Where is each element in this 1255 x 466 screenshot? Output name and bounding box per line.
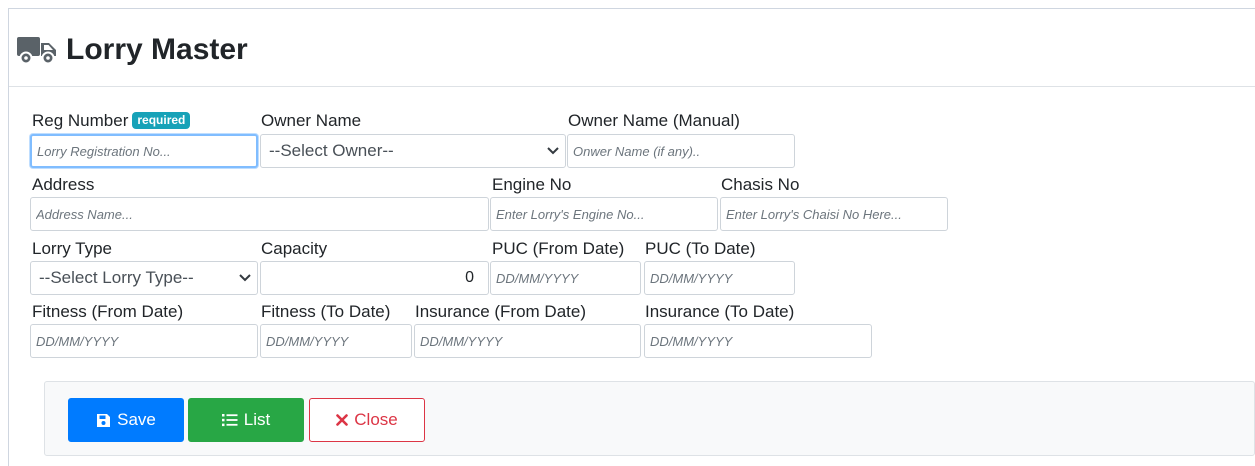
- save-button[interactable]: Save: [68, 398, 184, 442]
- chevron-down-icon: [547, 147, 559, 155]
- fitness-to-date-input[interactable]: [260, 324, 412, 358]
- list-button-label: List: [243, 410, 271, 429]
- puc-to-label: PUC (To Date): [645, 239, 756, 258]
- list-icon: [221, 413, 238, 427]
- owner-name-selected: --Select Owner--: [269, 141, 394, 160]
- reg-number-input[interactable]: [30, 134, 258, 168]
- page-top-border: [8, 8, 1255, 9]
- lorry-type-label: Lorry Type: [32, 239, 113, 258]
- owner-name-label: Owner Name: [261, 111, 362, 130]
- insurance-to-label: Insurance (To Date): [645, 302, 795, 321]
- address-input[interactable]: [30, 197, 489, 231]
- fitness-from-label: Fitness (From Date): [32, 302, 184, 321]
- lorry-type-selected: --Select Lorry Type--: [39, 268, 194, 287]
- floppy-disk-icon: [96, 413, 111, 428]
- capacity-input[interactable]: [260, 261, 489, 295]
- chevron-down-icon: [239, 274, 251, 282]
- page-left-border: [8, 8, 9, 466]
- truck-icon: [16, 34, 58, 66]
- engine-no-label: Engine No: [492, 175, 572, 194]
- reg-number-label: Reg Number required: [32, 111, 191, 131]
- lorry-type-select[interactable]: --Select Lorry Type--: [30, 261, 258, 295]
- fitness-from-date-input[interactable]: [30, 324, 258, 358]
- fitness-to-label: Fitness (To Date): [261, 302, 391, 321]
- x-icon: [336, 414, 349, 426]
- header-divider: [9, 86, 1255, 87]
- puc-from-date-input[interactable]: [490, 261, 641, 295]
- required-badge: required: [132, 112, 191, 129]
- insurance-from-date-input[interactable]: [414, 324, 641, 358]
- form-actions-panel: Save List Close: [44, 381, 1255, 456]
- puc-to-date-input[interactable]: [644, 261, 795, 295]
- save-button-label: Save: [117, 410, 156, 429]
- owner-name-manual-label: Owner Name (Manual): [568, 111, 740, 130]
- close-button[interactable]: Close: [309, 398, 425, 442]
- list-button[interactable]: List: [188, 398, 304, 442]
- insurance-from-label: Insurance (From Date): [415, 302, 586, 321]
- reg-number-label-text: Reg Number: [32, 111, 129, 130]
- insurance-to-date-input[interactable]: [644, 324, 872, 358]
- engine-no-input[interactable]: [490, 197, 718, 231]
- owner-name-manual-input[interactable]: [567, 134, 795, 168]
- chasis-no-input[interactable]: [720, 197, 948, 231]
- owner-name-select[interactable]: --Select Owner--: [260, 134, 566, 168]
- chasis-no-label: Chasis No: [721, 175, 800, 194]
- address-label: Address: [32, 175, 95, 194]
- page-header: Lorry Master: [16, 30, 248, 70]
- page-title: Lorry Master: [66, 33, 248, 66]
- capacity-label: Capacity: [261, 239, 328, 258]
- puc-from-label: PUC (From Date): [492, 239, 625, 258]
- close-button-label: Close: [354, 410, 398, 429]
